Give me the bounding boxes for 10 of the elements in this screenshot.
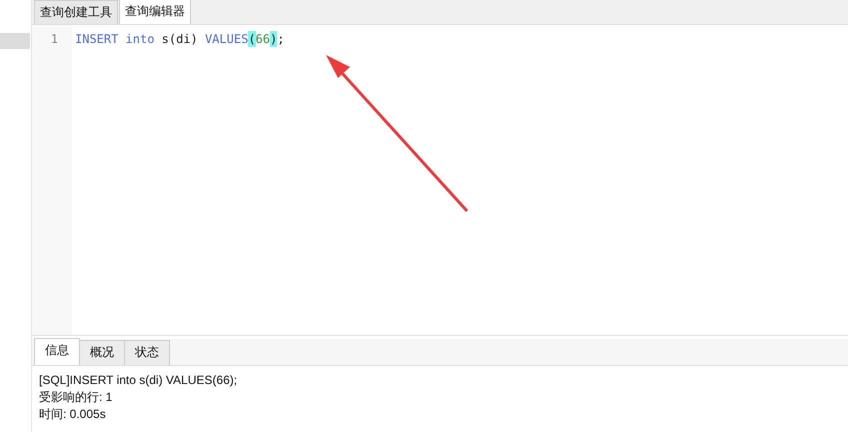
result-tab[interactable]: 概况 [79,340,125,365]
editor-tab[interactable]: 查询创建工具 [34,0,118,24]
message-line: [SQL]INSERT into s(di) VALUES(66); [39,372,238,389]
line-number: 1 [50,31,59,47]
result-tab[interactable]: 信息 [34,338,80,365]
message-line: 受影响的行: 1 [39,389,114,406]
code-line: INSERT into s(di) VALUES(66); [75,31,284,47]
result-tab[interactable]: 状态 [124,340,170,365]
editor-tab[interactable]: 查询编辑器 [119,0,191,24]
message-line: 时间: 0.005s [39,406,107,423]
